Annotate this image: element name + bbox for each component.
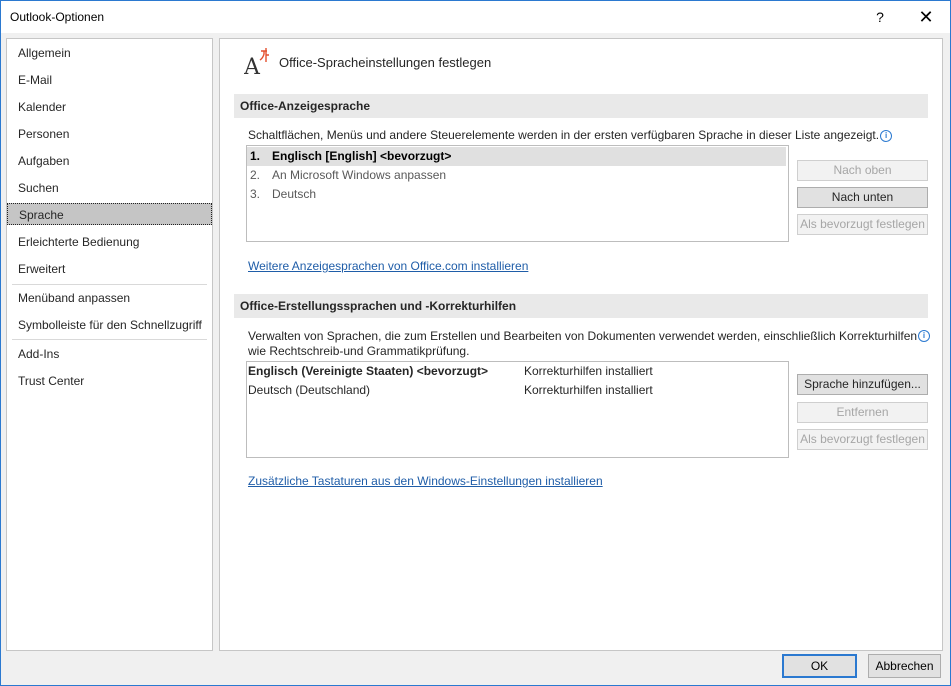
content-panel: A Office-Spracheinstellungen festlegen O… bbox=[219, 38, 943, 651]
display-language-description: Schaltflächen, Menüs und andere Steuerel… bbox=[248, 128, 893, 142]
install-keyboards-link[interactable]: Zusätzliche Tastaturen aus den Windows-E… bbox=[248, 474, 603, 488]
sidebar-item-kalender[interactable]: Kalender bbox=[7, 96, 212, 118]
window-title: Outlook-Optionen bbox=[10, 10, 105, 24]
add-language-button[interactable]: Sprache hinzufügen... bbox=[797, 374, 928, 395]
sidebar-item-suchen[interactable]: Suchen bbox=[7, 177, 212, 199]
list-item[interactable]: 2. An Microsoft Windows anpassen bbox=[247, 166, 786, 185]
install-display-languages-link[interactable]: Weitere Anzeigesprachen von Office.com i… bbox=[248, 259, 528, 273]
authoring-language-list[interactable]: Englisch (Vereinigte Staaten) <bevorzugt… bbox=[246, 361, 789, 458]
title-bar: Outlook-Optionen ? ✕ bbox=[1, 1, 950, 33]
display-language-header: Office-Anzeigesprache bbox=[234, 94, 928, 118]
sidebar-item-aufgaben[interactable]: Aufgaben bbox=[7, 150, 212, 172]
info-icon[interactable]: i bbox=[918, 330, 930, 342]
list-item[interactable]: 1. Englisch [English] <bevorzugt> bbox=[247, 147, 786, 166]
sidebar-item-allgemein[interactable]: Allgemein bbox=[7, 42, 212, 64]
info-icon[interactable]: i bbox=[880, 130, 893, 142]
page-title: Office-Spracheinstellungen festlegen bbox=[279, 55, 492, 70]
authoring-language-header: Office-Erstellungssprachen und -Korrektu… bbox=[234, 294, 928, 318]
sidebar-item-menueband-anpassen[interactable]: Menüband anpassen bbox=[7, 287, 212, 309]
list-item[interactable]: Englisch (Vereinigte Staaten) <bevorzugt… bbox=[248, 362, 787, 381]
close-button[interactable]: ✕ bbox=[903, 1, 949, 33]
move-down-button[interactable]: Nach unten bbox=[797, 187, 928, 208]
sidebar-item-sprache[interactable]: Sprache bbox=[7, 203, 212, 225]
sidebar-item-add-ins[interactable]: Add-Ins bbox=[7, 343, 212, 365]
list-item[interactable]: Deutsch (Deutschland) Korrekturhilfen in… bbox=[248, 381, 787, 400]
sidebar-divider bbox=[12, 284, 207, 285]
help-button[interactable]: ? bbox=[857, 1, 903, 33]
sidebar-item-trust-center[interactable]: Trust Center bbox=[7, 370, 212, 392]
set-preferred-authoring-button[interactable]: Als bevorzugt festlegen bbox=[797, 429, 928, 450]
set-preferred-display-button[interactable]: Als bevorzugt festlegen bbox=[797, 214, 928, 235]
sidebar: Allgemein E-Mail Kalender Personen Aufga… bbox=[6, 38, 213, 651]
sidebar-item-schnellzugriff[interactable]: Symbolleiste für den Schnellzugriff bbox=[7, 314, 212, 336]
language-icon: A bbox=[244, 48, 269, 77]
cancel-button[interactable]: Abbrechen bbox=[868, 654, 941, 678]
sidebar-divider bbox=[12, 339, 207, 340]
authoring-language-description: Verwalten von Sprachen, die zum Erstelle… bbox=[248, 329, 918, 358]
move-up-button[interactable]: Nach oben bbox=[797, 160, 928, 181]
sidebar-item-personen[interactable]: Personen bbox=[7, 123, 212, 145]
sidebar-item-erweitert[interactable]: Erweitert bbox=[7, 258, 212, 280]
remove-language-button[interactable]: Entfernen bbox=[797, 402, 928, 423]
ok-button[interactable]: OK bbox=[782, 654, 857, 678]
sidebar-item-erleichterte-bedienung[interactable]: Erleichterte Bedienung bbox=[7, 231, 212, 253]
sidebar-item-email[interactable]: E-Mail bbox=[7, 69, 212, 91]
list-item[interactable]: 3. Deutsch bbox=[247, 185, 786, 204]
svg-text:A: A bbox=[244, 55, 261, 77]
display-language-list[interactable]: 1. Englisch [English] <bevorzugt> 2. An … bbox=[246, 145, 789, 242]
